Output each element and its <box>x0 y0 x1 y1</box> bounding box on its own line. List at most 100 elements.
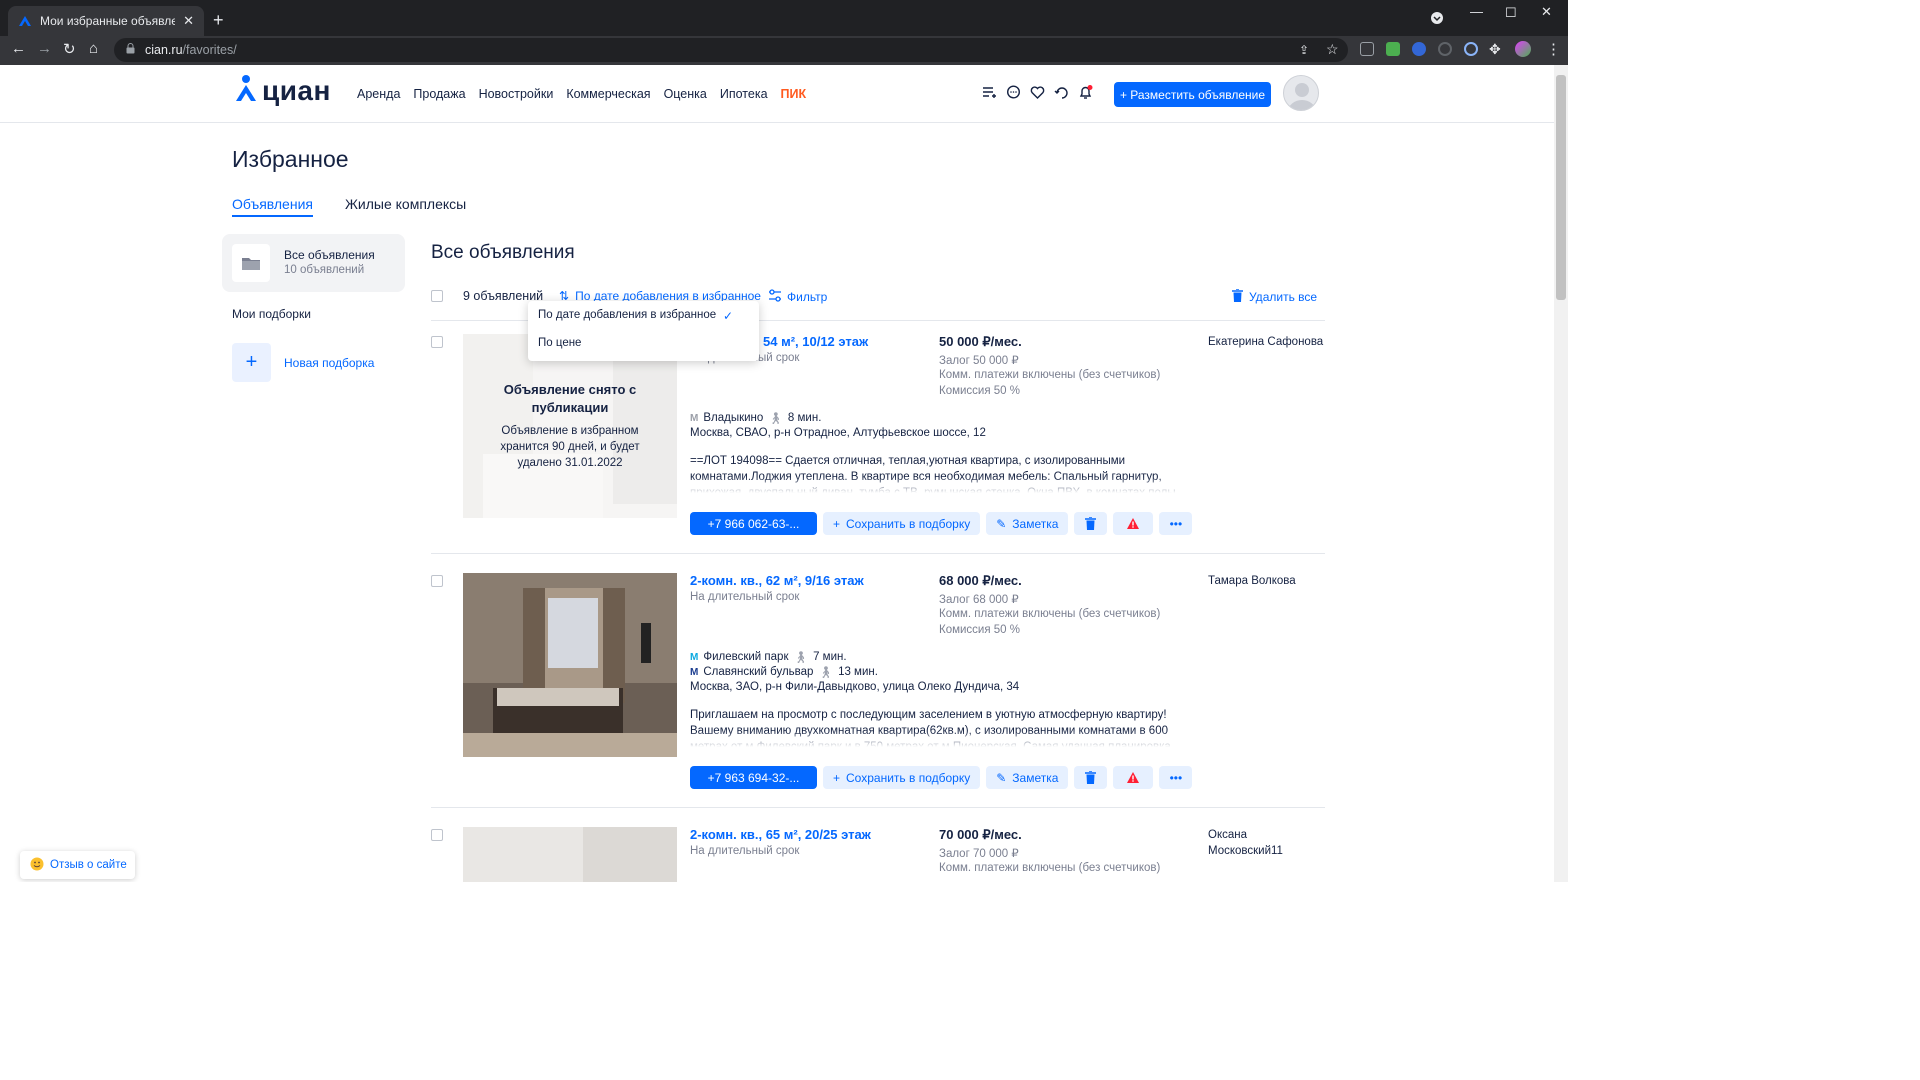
walk-icon: 🚶︎ <box>768 413 783 425</box>
extension-green-icon[interactable] <box>1386 42 1400 56</box>
report-button[interactable] <box>1113 766 1154 789</box>
menu-item-sale[interactable]: Продажа <box>413 87 465 101</box>
forward-icon[interactable]: → <box>37 40 52 57</box>
bookmark-star-icon[interactable]: ☆ <box>1326 41 1339 58</box>
listing-author[interactable]: Тамара Волкова <box>1208 573 1328 589</box>
url-field[interactable]: cian.ru/favorites/ <box>114 38 1348 62</box>
sidebar-all-title: Все объявления <box>284 248 375 262</box>
save-to-selection-button[interactable]: + Сохранить в подборку <box>823 512 981 535</box>
show-phone-button[interactable]: +7 963 694-32-... <box>690 766 817 789</box>
pencil-icon: ✎ <box>996 516 1007 531</box>
notifications-bell-icon[interactable] <box>1078 85 1093 100</box>
select-all-checkbox[interactable] <box>431 290 443 302</box>
sidebar-all-count: 10 объявлений <box>284 264 365 276</box>
listing-checkbox[interactable] <box>431 829 443 841</box>
listing-utilities: Комм. платежи включены (без счетчиков) <box>939 608 1161 620</box>
new-selection-plus-icon[interactable]: + <box>232 343 271 382</box>
extension-grey-icon[interactable] <box>1438 42 1452 56</box>
tab-listings[interactable]: Объявления <box>232 196 313 217</box>
close-tab-icon[interactable]: ✕ <box>183 13 194 29</box>
close-window-icon[interactable]: ✕ <box>1541 4 1552 20</box>
list-title: Все объявления <box>431 242 575 263</box>
metro-icon: M <box>690 412 699 424</box>
new-tab-icon[interactable]: + <box>213 10 224 31</box>
removed-title: Объявление снято с публикации <box>503 382 637 415</box>
show-phone-button[interactable]: +7 966 062-63-... <box>690 512 817 535</box>
browser-menu-icon[interactable]: ⋮ <box>1546 40 1561 58</box>
new-selection-link[interactable]: Новая подборка <box>284 356 374 370</box>
listing-price: 68 000 ₽/мес. <box>939 573 1022 588</box>
listing-author[interactable]: Оксана Московский11 <box>1208 827 1298 859</box>
note-button[interactable]: ✎ Заметка <box>986 766 1069 789</box>
delete-all-label: Удалить все <box>1249 290 1318 304</box>
browser-tab[interactable]: Мои избранные объявления ЦИ ✕ <box>8 6 204 36</box>
delete-button[interactable] <box>1074 512 1108 535</box>
post-ad-button[interactable]: + Разместить объявление <box>1114 82 1271 107</box>
divider <box>431 553 1325 554</box>
chat-icon[interactable] <box>1006 85 1021 100</box>
share-icon[interactable]: ⇪ <box>1299 43 1309 57</box>
cian-logo[interactable]: циан <box>234 73 331 108</box>
page-title: Избранное <box>232 146 349 172</box>
sort-option-price[interactable]: По цене <box>538 337 581 349</box>
menu-item-commercial[interactable]: Коммерческая <box>566 87 650 101</box>
report-button[interactable] <box>1113 512 1154 535</box>
listing-author[interactable]: Екатерина Сафонова <box>1208 334 1328 350</box>
favorites-tabs: Объявления Жилые комплексы <box>232 196 466 217</box>
smiley-icon <box>30 857 44 874</box>
reload-icon[interactable]: ↻ <box>63 40 76 58</box>
delete-button[interactable] <box>1074 766 1108 789</box>
compare-list-icon[interactable] <box>982 85 997 100</box>
sort-option-date[interactable]: По дате добавления в избранное <box>538 309 716 321</box>
menu-item-new-buildings[interactable]: Новостройки <box>479 87 554 101</box>
listing-photo[interactable]: Объявление снято с публикации Объявление… <box>463 334 677 518</box>
sort-dropdown: По дате добавления в избранное ✓ По цене <box>528 301 759 361</box>
extension-clock-icon[interactable] <box>1464 42 1478 56</box>
feedback-button[interactable]: Отзыв о сайте <box>20 851 135 879</box>
listing-title[interactable]: 2-комн. кв., 65 м², 20/25 этаж <box>690 827 871 842</box>
menu-item-valuation[interactable]: Оценка <box>664 87 707 101</box>
filter-button[interactable]: Фильтр <box>768 289 827 305</box>
tab-bar: Мои избранные объявления ЦИ ✕ + — ☐ ✕ <box>0 0 1568 36</box>
listing-description: ==ЛОТ 194098== Сдается отличная, теплая,… <box>690 455 1176 493</box>
more-button[interactable]: ••• <box>1159 512 1193 535</box>
folder-icon <box>232 244 270 282</box>
url-path: /favorites/ <box>182 43 237 57</box>
extension-copy-icon[interactable] <box>1360 42 1374 56</box>
save-to-selection-button[interactable]: + Сохранить в подборку <box>823 766 981 789</box>
extension-blue-icon[interactable] <box>1412 42 1426 56</box>
back-icon[interactable]: ← <box>11 40 26 57</box>
profile-avatar-icon[interactable] <box>1515 41 1531 57</box>
note-button[interactable]: ✎ Заметка <box>986 512 1069 535</box>
favorites-heart-icon[interactable] <box>1030 85 1045 100</box>
warning-icon <box>1127 772 1140 783</box>
listing-title[interactable]: 2-комн. кв., 62 м², 9/16 этаж <box>690 573 864 588</box>
plus-icon: + <box>833 770 841 785</box>
listing-address: Москва, ЗАО, р-н Фили-Давыдково, улица О… <box>690 681 1020 693</box>
note-label: Заметка <box>1012 770 1059 785</box>
tab-residential-complexes[interactable]: Жилые комплексы <box>345 196 466 217</box>
listing-checkbox[interactable] <box>431 336 443 348</box>
menu-item-pik[interactable]: ПИК <box>781 87 807 101</box>
listing-photo[interactable] <box>463 573 677 757</box>
delete-all-button[interactable]: Удалить все <box>1232 288 1318 305</box>
warning-icon <box>1127 518 1140 529</box>
more-button[interactable]: ••• <box>1159 766 1193 789</box>
maximize-icon[interactable]: ☐ <box>1505 5 1517 21</box>
user-avatar[interactable] <box>1283 75 1319 111</box>
tab-search-icon[interactable] <box>1431 12 1443 27</box>
listing-title[interactable]: 54 м², 10/12 этаж <box>763 334 868 349</box>
listing-photo[interactable] <box>463 827 677 882</box>
home-icon[interactable]: ⌂ <box>89 40 98 57</box>
listing-checkbox[interactable] <box>431 575 443 587</box>
minimize-icon[interactable]: — <box>1470 4 1483 19</box>
main-menu: Аренда Продажа Новостройки Коммерческая … <box>357 87 806 101</box>
menu-item-rent[interactable]: Аренда <box>357 87 400 101</box>
sidebar-all-listings[interactable]: Все объявления 10 объявлений <box>222 234 405 292</box>
scrollbar-thumb[interactable] <box>1556 75 1566 300</box>
menu-item-mortgage[interactable]: Ипотека <box>720 87 768 101</box>
extensions-puzzle-icon[interactable]: ✥ <box>1489 41 1501 58</box>
removed-overlay: Объявление снято с публикации Объявление… <box>463 334 677 518</box>
page-scrollbar[interactable] <box>1554 65 1568 882</box>
saved-search-icon[interactable] <box>1054 85 1069 100</box>
